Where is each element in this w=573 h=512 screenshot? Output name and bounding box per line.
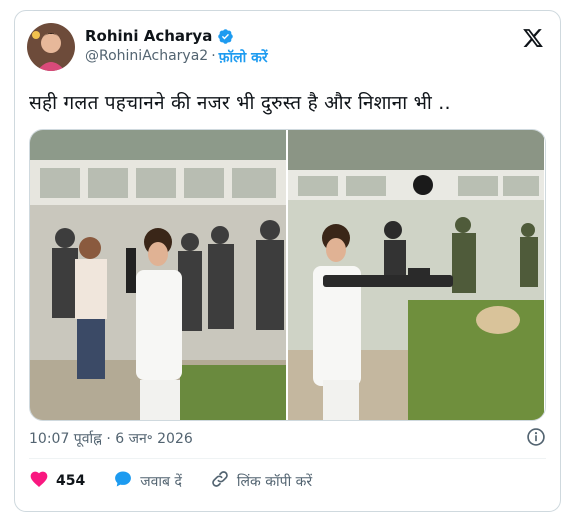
tweet-timestamp[interactable]: 10:07 पूर्वाह्न · 6 जन॰ 2026: [29, 429, 193, 448]
reply-bubble-icon: [113, 469, 133, 493]
media-grid: [29, 129, 546, 421]
action-bar: 454 जवाब दें लिंक कॉपी करें: [29, 469, 340, 493]
info-icon[interactable]: [526, 427, 546, 447]
link-icon: [210, 469, 230, 493]
tweet-text: सही गलत पहचानने की नजर भी दुरुस्त है और …: [29, 92, 451, 114]
tweet-photo-right[interactable]: [288, 130, 544, 420]
heart-icon: [29, 469, 49, 493]
verified-badge-icon: [217, 28, 234, 45]
avatar[interactable]: [27, 23, 75, 71]
reply-button[interactable]: जवाब दें: [113, 469, 182, 493]
reply-label: जवाब दें: [140, 473, 182, 490]
author-handle[interactable]: @RohiniAcharya2: [85, 48, 208, 67]
copy-link-label: लिंक कॉपी करें: [236, 473, 313, 490]
copy-link-button[interactable]: लिंक कॉपी करें: [210, 469, 312, 493]
author-name[interactable]: Rohini Acharya: [85, 27, 212, 45]
tweet-card: Rohini Acharya @RohiniAcharya2 · फ़ॉलो क…: [14, 10, 561, 512]
follow-button[interactable]: फ़ॉलो करें: [219, 48, 268, 67]
like-button[interactable]: 454: [29, 469, 85, 493]
separator: ·: [211, 48, 216, 64]
x-logo-icon[interactable]: [522, 27, 544, 49]
like-count: 454: [56, 473, 86, 489]
divider: [29, 458, 546, 459]
tweet-photo-left[interactable]: [30, 130, 286, 420]
